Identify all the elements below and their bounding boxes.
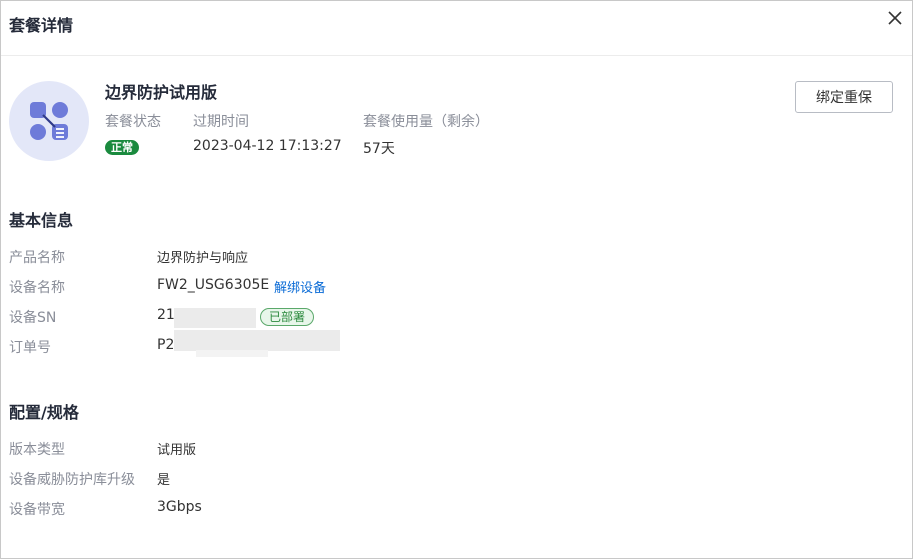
dialog-header: 套餐详情 (1, 1, 912, 56)
redacted-sn (174, 308, 256, 328)
device-name-value: FW2_USG6305E (157, 277, 270, 293)
package-details-dialog: 套餐详情 边界防护试用版 套餐状态 过期时间 套餐使用量（剩余） 正常 2023… (0, 0, 913, 559)
unbind-device-link[interactable]: 解绑设备 (274, 277, 326, 296)
product-name-label: 产品名称 (9, 250, 65, 266)
version-type-value: 试用版 (157, 443, 197, 458)
status-label: 套餐状态 (105, 114, 161, 130)
order-value: P2 (157, 337, 175, 353)
redacted-order-tail (196, 350, 268, 357)
config-title: 配置/规格 (9, 403, 79, 422)
package-name: 边界防护试用版 (105, 83, 218, 102)
bind-protection-button[interactable]: 绑定重保 (795, 81, 893, 113)
status-badge: 正常 (105, 140, 139, 155)
product-name-value: 边界防护与响应 (157, 251, 249, 266)
bandwidth-value: 3Gbps (157, 499, 202, 515)
device-sn-label: 设备SN (9, 310, 57, 326)
device-name-label: 设备名称 (9, 280, 65, 296)
threat-db-label: 设备威胁防护库升级 (9, 472, 135, 488)
bandwidth-label: 设备带宽 (9, 502, 65, 518)
version-type-label: 版本类型 (9, 442, 65, 458)
close-icon[interactable] (886, 9, 904, 27)
deployed-badge: 已部署 (260, 308, 315, 326)
dialog-title: 套餐详情 (9, 16, 74, 35)
basic-info-title: 基本信息 (9, 211, 74, 230)
expire-value: 2023-04-12 17:13:27 (193, 138, 342, 154)
expire-label: 过期时间 (193, 114, 249, 130)
usage-value: 57天 (363, 141, 395, 157)
usage-label: 套餐使用量（剩余） (363, 114, 489, 130)
package-apps-icon (9, 81, 89, 161)
device-sn-value: 21 (157, 307, 175, 323)
redacted-order (174, 330, 340, 351)
threat-db-value: 是 (157, 473, 171, 488)
order-label: 订单号 (9, 340, 51, 356)
